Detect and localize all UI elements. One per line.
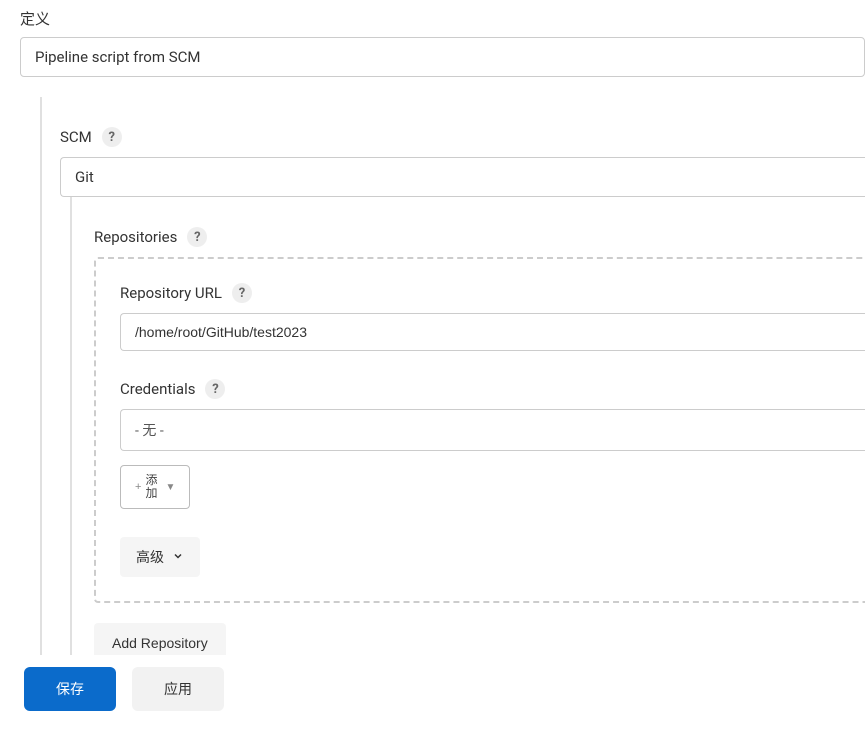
save-button[interactable]: 保存 [24,667,116,711]
add-credentials-button[interactable]: + 添 加 ▼ [120,465,190,509]
help-icon[interactable]: ? [205,379,225,399]
apply-button[interactable]: 应用 [132,667,224,711]
help-icon[interactable]: ? [232,283,252,303]
add-label-line2: 加 [145,487,157,500]
definition-select[interactable]: Pipeline script from SCM [20,37,865,77]
footer-bar: 保存 应用 [0,655,865,723]
plus-icon: + [135,481,141,493]
repository-config-box: Repository URL ? Credentials ? - 无 - + 添 [94,257,865,603]
repository-url-input[interactable] [120,313,865,351]
chevron-down-icon [172,550,184,565]
scm-select[interactable]: Git [60,157,865,197]
caret-down-icon: ▼ [165,482,175,493]
scm-label: SCM [60,128,92,146]
help-icon[interactable]: ? [102,127,122,147]
credentials-label: Credentials [120,380,195,398]
advanced-button[interactable]: 高级 [120,537,200,577]
advanced-label: 高级 [136,547,164,567]
repository-url-label: Repository URL [120,284,222,302]
credentials-select[interactable]: - 无 - [120,409,865,451]
help-icon[interactable]: ? [187,227,207,247]
definition-label: 定义 [0,0,865,37]
repositories-label: Repositories [94,228,177,246]
